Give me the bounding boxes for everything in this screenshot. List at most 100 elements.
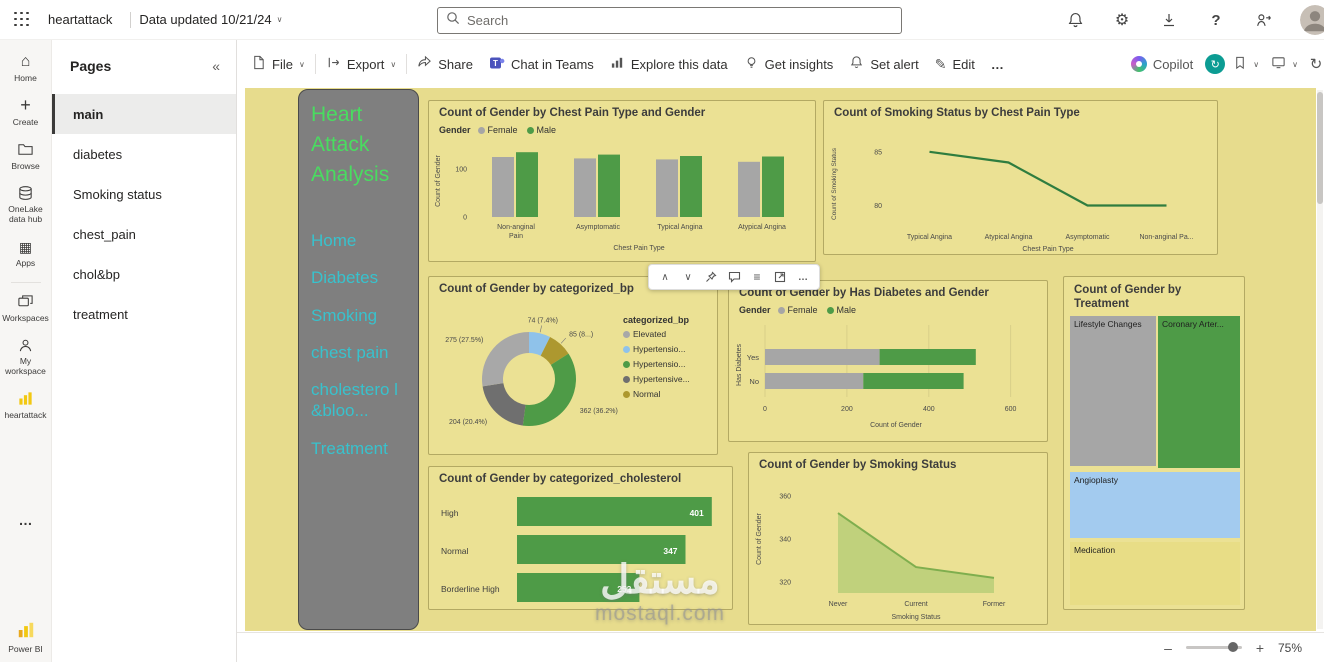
pages-panel-title: Pages [70,58,112,74]
scrollbar-thumb[interactable] [1317,92,1323,204]
filter-lines-icon[interactable]: ≡ [747,267,767,287]
chevron-down-icon[interactable]: ∨ [678,267,698,287]
bar-chart-plot[interactable]: 0 200 400 600 Yes No Count of Gender Has Diabet… [729,319,1049,443]
vertical-scrollbar[interactable] [1317,90,1323,629]
rail-item-apps[interactable]: ▦ Apps [0,238,52,269]
rail-item-onelake[interactable]: OneLake data hub [0,184,52,225]
zoom-slider-handle[interactable] [1227,642,1238,652]
rail-item-my-workspace[interactable]: My workspace [0,336,52,377]
bar-chart-icon [610,55,625,73]
zoom-out-button[interactable]: – [1160,640,1176,656]
view-mode-button[interactable]: ∨ [1267,48,1302,80]
bar-chart-plot[interactable]: High 401 Normal 347 Borderline High 252 [429,489,734,611]
nav-link-treatment[interactable]: Treatment [311,438,399,459]
explore-data-button[interactable]: Explore this data [602,48,736,80]
visual-cholesterol-bars[interactable]: Count of Gender by categorized_cholester… [428,466,733,610]
search-input[interactable] [467,13,893,28]
edit-button[interactable]: ✎ Edit [927,48,983,80]
page-item-chol-bp[interactable]: chol&bp [52,254,236,294]
visual-smoking-area[interactable]: Count of Gender by Smoking Status 360 340… [748,452,1048,625]
chevron-up-icon[interactable]: ∧ [655,267,675,287]
focus-mode-icon[interactable] [770,267,790,287]
svg-text:340: 340 [779,537,791,544]
help-icon[interactable]: ? [1206,10,1226,30]
visual-diabetes-gender[interactable]: Count of Gender by Has Diabetes and Gend… [728,280,1048,442]
nav-link-chest-pain[interactable]: chest pain [311,342,399,363]
treemap-node[interactable]: Angioplasty [1070,472,1240,538]
visual-bp-donut[interactable]: Count of Gender by categorized_bp 74 (7.… [428,276,718,455]
rail-item-browse[interactable]: Browse [0,141,52,172]
zoom-in-button[interactable]: + [1252,640,1268,656]
topbar-actions: ⚙ ? [1065,0,1324,40]
report-nav-sidebar: Heart Attack Analysis Home Diabetes Smok… [298,89,419,630]
share-profile-icon[interactable] [1253,10,1273,30]
svg-text:Pain: Pain [509,233,523,240]
comment-icon[interactable] [724,267,744,287]
user-avatar[interactable] [1300,5,1324,35]
page-item-treatment[interactable]: treatment [52,294,236,334]
zoom-slider[interactable] [1185,642,1242,652]
visual-treatment-treemap[interactable]: Count of Gender by Treatment Lifestyle C… [1063,276,1245,610]
collapse-panel-icon[interactable]: « [212,58,220,74]
download-icon[interactable] [1159,10,1179,30]
svg-text:Asymptomatic: Asymptomatic [576,224,620,231]
svg-text:0: 0 [763,406,767,413]
column-chart-plot[interactable]: 0 100 Non-anginal Pain Asymptomatic Typical A… [429,137,817,263]
notifications-bell-icon[interactable] [1065,10,1085,30]
rail-more-button[interactable]: … [0,511,52,529]
nav-link-home[interactable]: Home [311,230,399,251]
copilot-button[interactable]: Copilot [1123,48,1201,80]
treemap-plot[interactable]: Lifestyle Changes Coronary Arter... Angiop… [1064,277,1244,609]
svg-text:347: 347 [663,546,677,556]
rail-item-heartattack[interactable]: heartattack [0,390,52,421]
more-options-icon[interactable]: … [793,267,813,287]
page-item-main[interactable]: main [52,94,236,134]
page-item-smoking-status[interactable]: Smoking status [52,174,236,214]
rail-item-create[interactable]: + Create [0,95,52,128]
pin-icon[interactable] [701,267,721,287]
treemap-node[interactable]: Medication [1070,542,1240,605]
data-updated-dropdown[interactable]: Data updated 10/21/24 ∨ [139,12,282,27]
share-button[interactable]: Share [409,48,481,80]
nav-link-cholesterol-bp[interactable]: cholestero l &bloo... [311,379,399,422]
rail-item-powerbi[interactable]: Power BI [8,620,43,654]
visual-smoking-by-chest-pain[interactable]: Count of Smoking Status by Chest Pain Ty… [823,100,1218,255]
toolbar-more-button[interactable]: … [983,48,1012,80]
svg-text:401: 401 [690,508,704,518]
nav-link-diabetes[interactable]: Diabetes [311,267,399,288]
chevron-down-icon: ∨ [1292,59,1298,69]
svg-text:74 (7.4%): 74 (7.4%) [528,318,558,325]
rail-item-workspaces[interactable]: Workspaces [0,293,52,324]
svg-text:Atypical Angina: Atypical Angina [738,224,786,231]
page-item-chest-pain[interactable]: chest_pain [52,214,236,254]
app-launcher-icon[interactable] [14,11,30,28]
file-menu-button[interactable]: File ∨ [243,48,313,80]
svg-text:Non-anginal: Non-anginal [497,224,535,231]
get-insights-button[interactable]: Get insights [736,48,842,80]
svg-text:Smoking Status: Smoking Status [891,614,941,621]
settings-gear-icon[interactable]: ⚙ [1112,10,1132,30]
nav-link-smoking[interactable]: Smoking [311,305,399,326]
area-chart-plot[interactable]: 360 340 320 Never Current Former Smoking Statu… [749,475,1049,624]
folder-icon [17,141,34,159]
visual-chest-pain-gender[interactable]: Count of Gender by Chest Pain Type and G… [428,100,816,262]
teal-refresh-badge-icon[interactable]: ↻ [1205,54,1226,74]
chat-in-teams-button[interactable]: T Chat in Teams [481,48,602,80]
svg-text:Non-anginal Pa...: Non-anginal Pa... [1139,234,1193,241]
svg-text:80: 80 [874,203,882,210]
status-bar: – + 75% [237,632,1324,662]
set-alert-button[interactable]: Set alert [841,48,926,80]
treemap-node[interactable]: Lifestyle Changes [1070,316,1156,466]
refresh-icon[interactable]: ↻ [1306,54,1324,74]
page-item-diabetes[interactable]: diabetes [52,134,236,174]
export-menu-button[interactable]: Export ∨ [318,48,404,80]
search-box[interactable] [437,7,902,34]
rail-item-home[interactable]: ⌂ Home [0,53,52,84]
bookmarks-button[interactable]: ∨ [1229,48,1263,80]
svg-text:Asymptomatic: Asymptomatic [1066,234,1110,241]
monitor-icon [1271,55,1286,73]
svg-text:0: 0 [463,215,467,222]
treemap-node[interactable]: Coronary Arter... [1158,316,1240,468]
visual-title: Count of Gender by categorized_bp [439,283,634,295]
line-chart-plot[interactable]: 85 80 Typical Angina Atypical Angina Asympto… [824,127,1219,255]
